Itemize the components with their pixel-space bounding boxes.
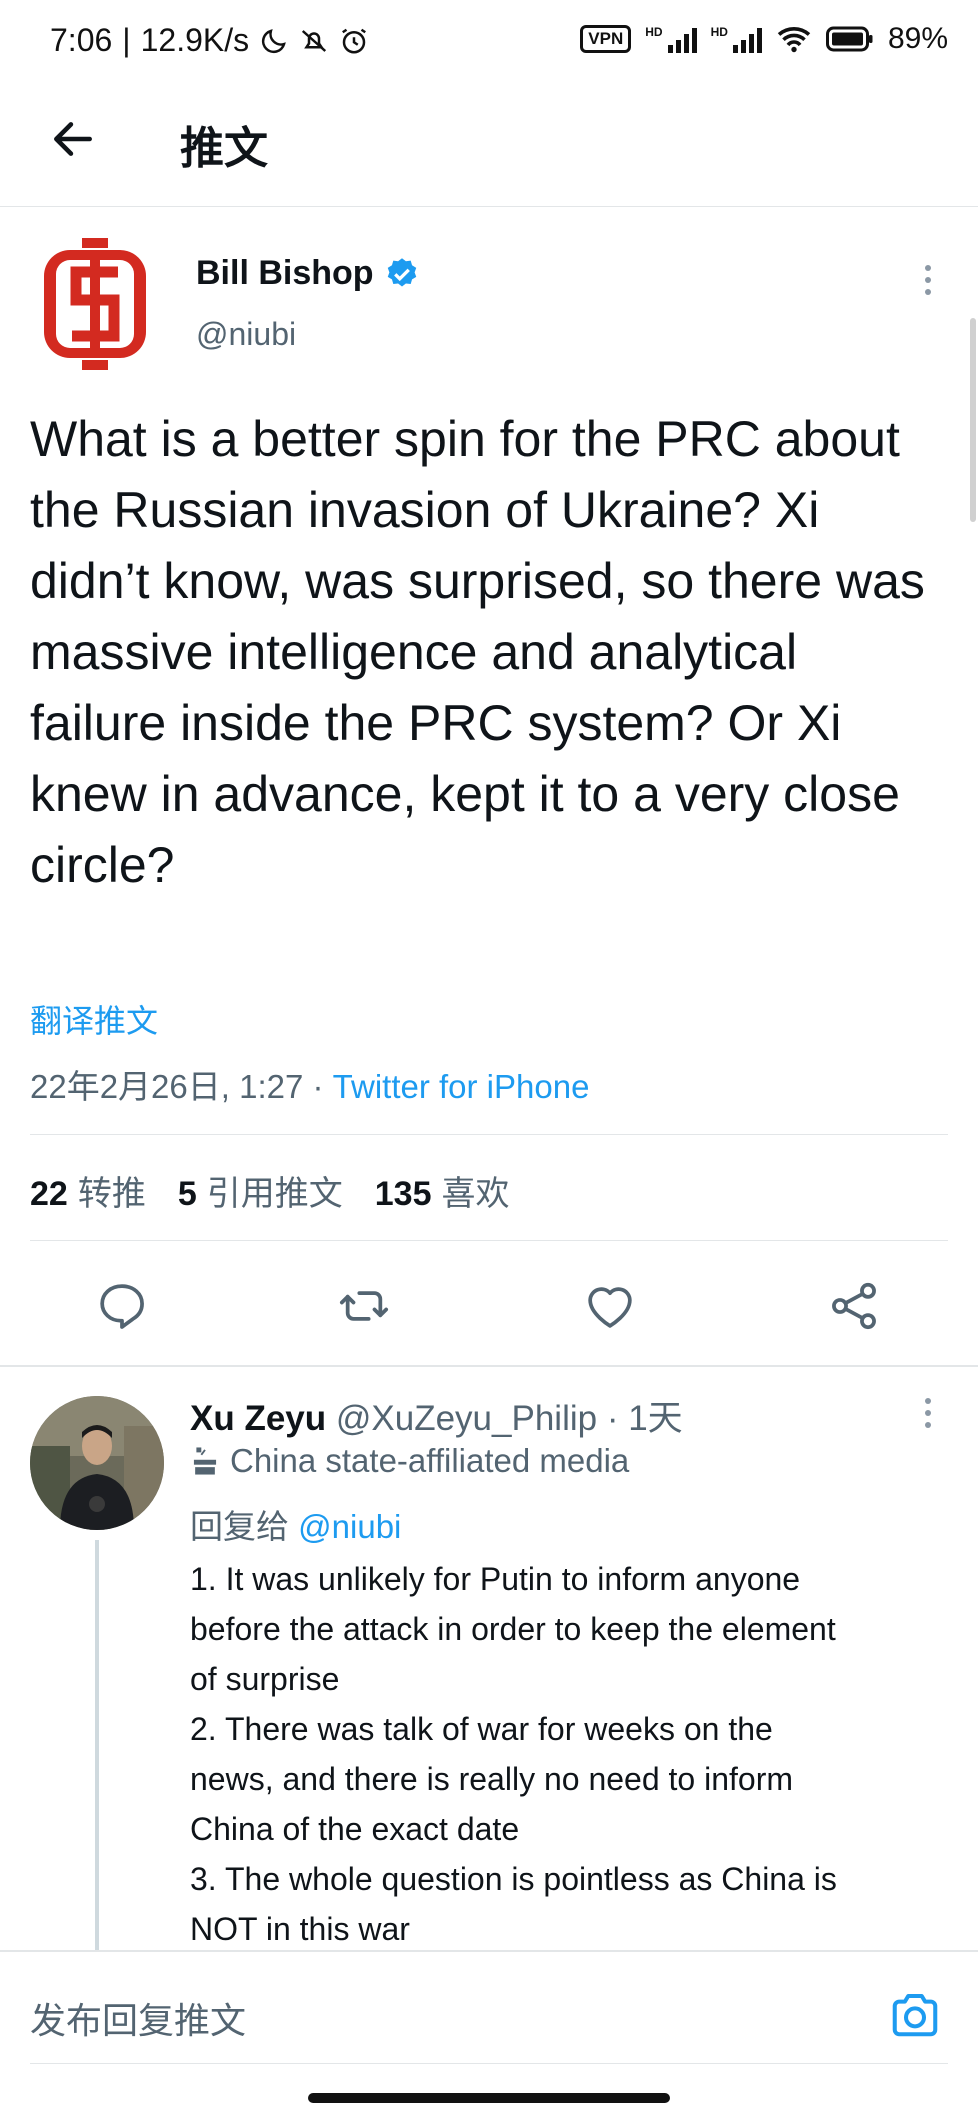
home-indicator[interactable]: [308, 2093, 670, 2103]
reply-input[interactable]: 发布回复推文: [30, 1992, 246, 2044]
likes-stat[interactable]: 135 喜欢: [375, 1166, 510, 1215]
tweet-actions: [0, 1266, 978, 1346]
likes-count: 135: [374, 1175, 432, 1213]
reply-author-handle: @XuZeyu_Philip: [335, 1399, 598, 1438]
tweet-stats: 22 转推 5 引用推文 135 喜欢: [30, 1166, 509, 1215]
tweet-text: What is a better spin for the PRC about …: [30, 411, 925, 893]
moon-icon: [262, 28, 286, 53]
podium-icon: [193, 1447, 217, 1475]
retweets-label: 转推: [77, 1175, 146, 1213]
signal-icon-2: HD: [711, 25, 762, 53]
author-avatar[interactable]: [40, 238, 150, 370]
reply-header: Xu Zeyu @XuZeyu_Philip · 1天: [190, 1390, 683, 1441]
reply-text-line: NOT in this war: [190, 1911, 410, 1947]
page-title: 推文: [180, 124, 268, 173]
divider: [30, 1134, 948, 1135]
reply-text-line: 3. The whole question is pointless as Ch…: [190, 1861, 837, 1897]
reply-text-line: 1. It was unlikely for Putin to inform a…: [190, 1561, 801, 1597]
divider: [30, 2063, 948, 2064]
author-handle: @niubi: [196, 316, 297, 352]
likes-label: 喜欢: [441, 1175, 510, 1213]
divider: [30, 1240, 948, 1241]
replying-to-prefix: 回复给: [190, 1508, 299, 1545]
status-time: 7:06: [50, 22, 113, 58]
hd-label: HD: [645, 25, 663, 39]
retweet-icon[interactable]: [336, 1278, 392, 1334]
verified-badge-icon: [387, 257, 416, 286]
reply-composer[interactable]: 发布回复推文: [0, 1950, 978, 2067]
reply-text-line: of surprise: [190, 1661, 340, 1697]
signal-icon: HD: [645, 25, 697, 53]
status-right: VPN HD HD 89%: [580, 22, 948, 56]
mute-bell-icon: [302, 29, 327, 52]
reply-icon[interactable]: [94, 1278, 150, 1334]
reply-text-line: before the attack in order to keep the e…: [190, 1611, 836, 1647]
thread-line: [95, 1540, 99, 1950]
share-icon[interactable]: [826, 1278, 882, 1334]
quotes-label: 引用推文: [206, 1175, 343, 1213]
camera-icon[interactable]: [888, 1988, 942, 2040]
status-left: 7:06 | 12.9K/s: [50, 22, 369, 59]
tweet-source-link[interactable]: Twitter for iPhone: [333, 1068, 590, 1105]
status-divider: |: [122, 22, 131, 58]
reply-more-options-icon[interactable]: [918, 1395, 938, 1431]
divider: [0, 1365, 978, 1367]
replying-to: 回复给 @niubi: [190, 1500, 401, 1548]
author-name[interactable]: Bill Bishop: [196, 254, 374, 293]
reply-author-avatar[interactable]: [30, 1396, 164, 1530]
wifi-icon: [777, 27, 811, 53]
retweets-count: 22: [30, 1175, 68, 1213]
tweet-timestamp: 22年2月26日, 1:27 ·: [30, 1068, 333, 1105]
scrollbar[interactable]: [970, 318, 976, 522]
reply-author-name[interactable]: Xu Zeyu: [190, 1399, 326, 1438]
quotes-stat[interactable]: 5 引用推文: [178, 1166, 343, 1215]
replying-to-mention[interactable]: @niubi: [298, 1508, 401, 1545]
reply-text-line: China of the exact date: [190, 1811, 520, 1847]
reply-text: 1. It was unlikely for Putin to inform a…: [190, 1554, 960, 1954]
reply-text-line: 2. There was talk of war for weeks on th…: [190, 1711, 773, 1747]
vpn-badge: VPN: [580, 25, 632, 53]
reply-text-line: news, and there is really no need to inf…: [190, 1761, 793, 1797]
translate-tweet-link[interactable]: 翻译推文: [30, 996, 158, 1042]
alarm-icon: [342, 28, 367, 53]
status-bar: 7:06 | 12.9K/s VPN HD HD 89%: [0, 0, 978, 86]
back-arrow-icon[interactable]: [48, 114, 98, 164]
author-name-row[interactable]: Bill Bishop: [196, 254, 420, 293]
like-heart-icon[interactable]: [582, 1278, 638, 1334]
state-media-text: China state-affiliated media: [230, 1442, 630, 1479]
state-media-label[interactable]: China state-affiliated media: [190, 1442, 629, 1480]
reply-time: · 1天: [597, 1399, 683, 1438]
battery-percent: 89%: [887, 22, 948, 55]
more-options-icon[interactable]: [918, 262, 938, 298]
status-network-speed: 12.9K/s: [140, 22, 250, 58]
hd-label-2: HD: [710, 25, 728, 39]
quotes-count: 5: [177, 1175, 197, 1213]
retweets-stat[interactable]: 22 转推: [30, 1166, 146, 1215]
top-app-bar: 推文: [0, 86, 978, 207]
battery-icon: [825, 26, 873, 52]
tweet-meta: 22年2月26日, 1:27 · Twitter for iPhone: [30, 1060, 589, 1108]
